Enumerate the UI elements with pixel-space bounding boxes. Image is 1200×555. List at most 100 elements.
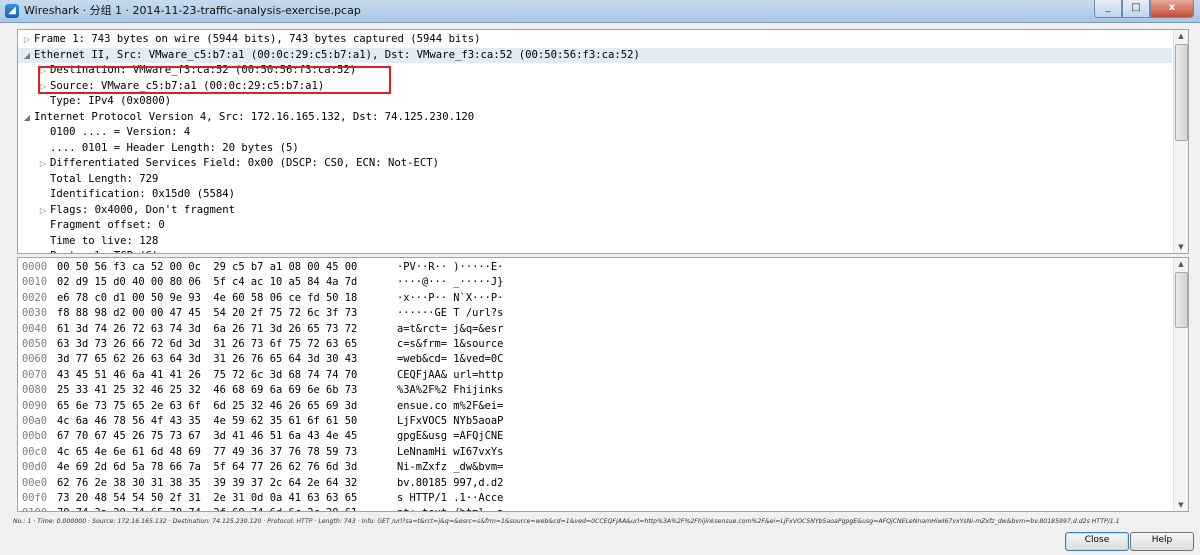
hex-ascii: %3A%2F%2 Fhijinks (397, 384, 504, 397)
tree-scrollbar[interactable]: ▲ ▼ (1173, 30, 1188, 253)
hex-offset: 00c0 (22, 445, 48, 458)
expand-arrow-icon[interactable]: ▷ (38, 156, 48, 171)
title-bar: ◢ Wireshark · 分组 1 · 2014-11-23-traffic-… (0, 0, 1200, 23)
tree-row-label: Differentiated Services Field: 0x00 (DSC… (50, 157, 440, 169)
hex-bytes: 3d 77 65 62 26 63 64 3d 31 26 76 65 64 3… (57, 353, 358, 366)
tree-row[interactable]: Identification: 0x15d0 (5584) (18, 187, 1172, 202)
hex-bytes: f8 88 98 d2 00 00 47 45 54 20 2f 75 72 6… (57, 307, 358, 320)
tree-row[interactable]: .... 0101 = Header Length: 20 bytes (5) (18, 141, 1172, 156)
hex-row[interactable]: 0100 70 74 3a 20 74 65 78 74 2f 68 74 6d … (18, 506, 1172, 511)
expand-arrow-icon[interactable]: ▷ (38, 203, 48, 218)
hex-ascii: ensue.co m%2F&ei= (397, 399, 504, 412)
tree-row-label: 0100 .... = Version: 4 (50, 126, 191, 138)
tree-row[interactable]: Protocol: TCP (6) (18, 249, 1172, 253)
window-controls: _ □ x (1094, 0, 1194, 18)
expand-arrow-icon[interactable]: ▷ (22, 32, 32, 47)
hex-offset: 00f0 (22, 492, 48, 504)
collapse-arrow-icon[interactable]: ◢ (22, 48, 32, 63)
tree-row[interactable]: ▷ Flags: 0x4000, Don't fragment (18, 203, 1172, 218)
hex-row[interactable]: 0080 25 33 41 25 32 46 25 32 46 68 69 6a … (18, 383, 1172, 398)
hex-row[interactable]: 0020 e6 78 c0 d1 00 50 9e 93 4e 60 58 06 … (18, 291, 1172, 306)
hex-offset: 0010 (22, 276, 48, 289)
hex-row[interactable]: 0090 65 6e 73 75 65 2e 63 6f 6d 25 32 46 … (18, 399, 1172, 414)
packet-details-tree[interactable]: Protocol: TCP (6) Time to live: 128 Fragme… (17, 29, 1189, 254)
minimize-button[interactable]: _ (1094, 0, 1122, 18)
hex-bytes: 43 45 51 46 6a 41 41 26 75 72 6c 3d 68 7… (57, 368, 358, 381)
hex-offset: 0040 (22, 322, 48, 335)
hex-offset: 00b0 (22, 430, 48, 443)
tree-row[interactable]: Time to live: 128 (18, 234, 1172, 249)
hex-offset: 0100 (22, 506, 47, 511)
hex-row[interactable]: 0060 3d 77 65 62 26 63 64 3d 31 26 76 65 … (18, 352, 1172, 367)
tree-row[interactable]: ▷ Frame 1: 743 bytes on wire (5944 bits),… (18, 32, 1172, 47)
scrollbar-thumb[interactable] (1175, 44, 1188, 141)
hex-row[interactable]: 0010 02 d9 15 d0 40 00 80 06 5f c4 ac 10 … (18, 275, 1172, 290)
maximize-button[interactable]: □ (1122, 0, 1150, 18)
hex-bytes: 67 70 67 45 26 75 73 67 3d 41 46 51 6a 4… (57, 430, 358, 443)
close-button[interactable]: Close (1065, 532, 1129, 551)
hex-bytes: 61 3d 74 26 72 63 74 3d 6a 26 71 3d 26 6… (57, 322, 358, 335)
tree-row[interactable]: ◢ Internet Protocol Version 4, Src: 172.1… (18, 110, 1172, 125)
hex-row[interactable]: 00f0 73 20 48 54 54 50 2f 31 2e 31 0d 0a … (18, 491, 1172, 506)
help-button[interactable]: Help (1130, 532, 1194, 551)
tree-row[interactable]: ◢ Ethernet II, Src: VMware_c5:b7:a1 (00:0… (18, 47, 1172, 63)
hex-row[interactable]: 00d0 4e 69 2d 6d 5a 78 66 7a 5f 64 77 26 … (18, 460, 1172, 475)
hex-row[interactable]: 0050 63 3d 73 26 66 72 6d 3d 31 26 73 6f … (18, 337, 1172, 352)
hex-offset: 0060 (22, 353, 48, 366)
hex-row[interactable]: 0040 61 3d 74 26 72 63 74 3d 6a 26 71 3d … (18, 322, 1172, 337)
scroll-up-arrow-icon[interactable]: ▲ (1174, 30, 1188, 42)
hex-bytes: 70 74 3a 20 74 65 78 74 2f 68 74 6d 6c 2… (57, 506, 357, 511)
hex-ascii: ·PV··R·· )·····E· (397, 261, 504, 273)
window-title: Wireshark · 分组 1 · 2014-11-23-traffic-an… (24, 4, 361, 17)
hex-bytes: 00 50 56 f3 ca 52 00 0c 29 c5 b7 a1 08 0… (57, 261, 358, 273)
close-window-button[interactable]: x (1150, 0, 1194, 18)
hex-ascii: bv.80185 997,d.d2 (397, 476, 504, 489)
hex-ascii: pt: text /html, a (397, 506, 503, 511)
hex-row[interactable]: 0030 f8 88 98 d2 00 00 47 45 54 20 2f 75 … (18, 306, 1172, 321)
tree-row-label: Protocol: TCP (6) (50, 249, 158, 253)
hex-bytes: 4e 69 2d 6d 5a 78 66 7a 5f 64 77 26 62 7… (57, 461, 358, 474)
hex-offset: 0000 (22, 261, 48, 273)
hex-row[interactable]: 0000 00 50 56 f3 ca 52 00 0c 29 c5 b7 a1 … (18, 260, 1172, 275)
hex-row[interactable]: 00b0 67 70 67 45 26 75 73 67 3d 41 46 51 … (18, 429, 1172, 444)
hex-ascii: ·x···P·· N`X···P· (397, 291, 504, 304)
hex-row[interactable]: 00e0 62 76 2e 38 30 31 38 35 39 39 37 2c … (18, 476, 1172, 491)
scroll-down-arrow-icon[interactable]: ▼ (1174, 499, 1188, 511)
hex-row[interactable]: 00a0 4c 6a 46 78 56 4f 43 35 4e 59 62 35 … (18, 414, 1172, 429)
hex-row[interactable]: 0070 43 45 51 46 6a 41 41 26 75 72 6c 3d … (18, 368, 1172, 383)
hex-bytes: 73 20 48 54 54 50 2f 31 2e 31 0d 0a 41 6… (57, 492, 358, 504)
hex-bytes: 4c 65 4e 6e 61 6d 48 69 77 49 36 37 76 7… (57, 445, 358, 458)
hex-bytes: 25 33 41 25 32 46 25 32 46 68 69 6a 69 6… (57, 384, 358, 397)
tree-row-label: Frame 1: 743 bytes on wire (5944 bits), … (34, 33, 481, 45)
scroll-up-arrow-icon[interactable]: ▲ (1174, 258, 1188, 270)
tree-row-label: Total Length: 729 (50, 172, 159, 185)
tree-row-label: Internet Protocol Version 4, Src: 172.16… (34, 110, 475, 123)
scroll-down-arrow-icon[interactable]: ▼ (1174, 241, 1188, 253)
hex-offset: 0080 (22, 384, 48, 397)
tree-row[interactable]: Total Length: 729 (18, 172, 1172, 187)
hex-ascii: s HTTP/1 .1··Acce (397, 492, 504, 504)
hex-ascii: ····@··· _·····J} (397, 276, 504, 289)
tree-row[interactable]: 0100 .... = Version: 4 (18, 125, 1172, 140)
bytes-scrollbar[interactable]: ▲ ▼ (1173, 258, 1188, 511)
tree-row[interactable]: Type: IPv4 (0x0800) (18, 94, 1172, 109)
packet-bytes-pane[interactable]: 011070 70 6c 69 63 61 74 69 6f 6e 2f 78 … (17, 257, 1189, 512)
hex-bytes: 62 76 2e 38 30 31 38 35 39 39 37 2c 64 2… (57, 476, 358, 489)
hex-offset: 0020 (22, 291, 48, 304)
tree-row[interactable]: Fragment offset: 0 (18, 218, 1172, 233)
tree-row-label: Identification: 0x15d0 (5584) (50, 188, 235, 200)
tree-row[interactable]: ▷ Differentiated Services Field: 0x00 (DS… (18, 156, 1172, 171)
hex-row[interactable]: 00c0 4c 65 4e 6e 61 6d 48 69 77 49 36 37 … (18, 445, 1172, 460)
tree-row-label: .... 0101 = Header Length: 20 bytes (5) (50, 141, 299, 154)
hex-bytes: 65 6e 73 75 65 2e 63 6f 6d 25 32 46 26 6… (57, 399, 358, 412)
scrollbar-thumb[interactable] (1175, 272, 1188, 328)
packet-summary-status: No.: 1 · Time: 0.000000 · Source: 172.16… (13, 518, 1120, 525)
hex-offset: 00e0 (22, 476, 48, 489)
collapse-arrow-icon[interactable]: ◢ (22, 110, 32, 125)
hex-ascii: LjFxVOC5 NYb5aoaP (397, 415, 504, 427)
hex-bytes: 02 d9 15 d0 40 00 80 06 5f c4 ac 10 a5 8… (57, 276, 358, 289)
hex-bytes: 63 3d 73 26 66 72 6d 3d 31 26 73 6f 75 7… (57, 338, 358, 350)
tree-row-label: Ethernet II, Src: VMware_c5:b7:a1 (00:0c… (34, 48, 640, 61)
tree-row-label: Fragment offset: 0 (50, 219, 165, 231)
hex-bytes: e6 78 c0 d1 00 50 9e 93 4e 60 58 06 ce f… (57, 291, 358, 304)
